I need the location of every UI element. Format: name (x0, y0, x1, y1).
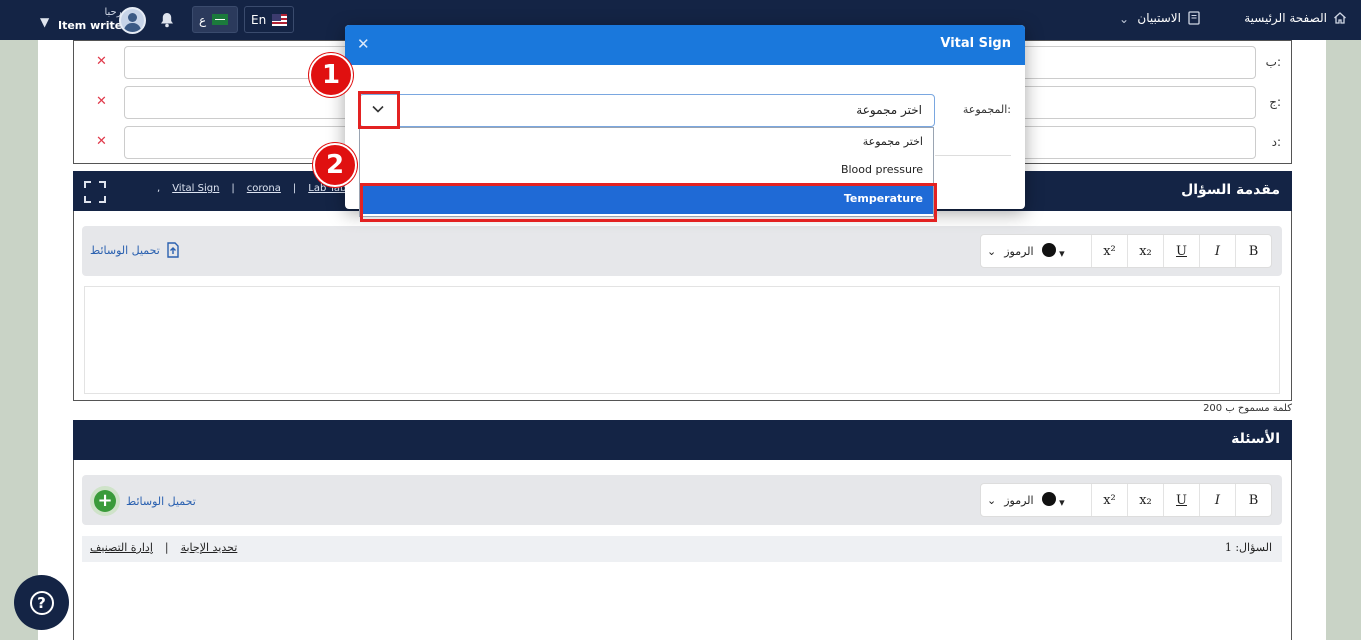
upload-media-button[interactable]: تحميل الوسائط (90, 242, 180, 258)
group-select[interactable]: اختر مجموعة (359, 94, 935, 127)
subscript-button[interactable]: x₂ (1127, 484, 1163, 516)
question-number: السؤال: 1 (1224, 541, 1272, 554)
group-label: المجموعة: (962, 103, 1011, 116)
action-separator: | (164, 541, 169, 554)
color-picker[interactable]: ▾ (1041, 242, 1065, 260)
upload-icon (167, 242, 179, 258)
home-icon (1334, 12, 1346, 24)
upload-media-label: تحميل الوسائط (90, 243, 160, 257)
question-mark-icon: ? (29, 590, 54, 615)
add-icon: + (90, 486, 120, 516)
document-icon (1188, 11, 1200, 25)
option-label: ب: (1265, 55, 1281, 69)
avatar[interactable] (119, 7, 146, 34)
nav-home[interactable]: الصفحة الرئيسية (1244, 11, 1347, 25)
language-english-button[interactable]: En (244, 6, 294, 33)
dropdown-option[interactable]: اختر مجموعة (863, 135, 923, 148)
saudi-flag-icon (212, 14, 229, 25)
tag-separator: | (231, 183, 235, 194)
close-icon[interactable]: ✕ (357, 35, 370, 53)
step-badge-1: 1 (309, 53, 353, 97)
chevron-down-icon: ⌄ (987, 493, 997, 507)
color-picker[interactable]: ▾ (1041, 491, 1065, 509)
upload-media-label: تحميل الوسائط (126, 494, 196, 508)
tag-link[interactable]: Vital Sign (172, 183, 219, 194)
user-menu-caret-icon[interactable]: ▼ (40, 15, 49, 29)
option-label: د: (1271, 135, 1281, 149)
question-line: إدارة التصنيف | تحديد الإجابة السؤال: 1 (82, 536, 1282, 562)
underline-button[interactable]: U (1163, 235, 1199, 267)
subscript-button[interactable]: x₂ (1127, 235, 1163, 267)
help-button[interactable]: ? (14, 575, 69, 630)
questions-section-header: الأسئلة (73, 420, 1292, 460)
intro-toolbar: تحميل الوسائط ⌄ الرموز ▾ x² x₂ U I B (82, 226, 1282, 276)
symbols-label: الرموز (1004, 493, 1034, 507)
dropdown-option[interactable]: Blood pressure (841, 163, 923, 176)
bold-button[interactable]: B (1235, 235, 1271, 267)
tag-separator: , (157, 183, 161, 194)
tag-separator: | (292, 183, 297, 194)
tag-link[interactable]: corona (247, 183, 281, 194)
us-flag-icon (272, 13, 287, 26)
modal-header: ✕ Vital Sign (345, 25, 1025, 65)
lang-en-label: En (251, 12, 267, 27)
lang-ar-label: ع (199, 12, 207, 27)
group-select-value: اختر مجموعة (856, 103, 922, 117)
bell-icon[interactable] (160, 12, 174, 28)
symbols-dropdown[interactable]: ⌄ الرموز ▾ (981, 484, 1091, 516)
delete-option-icon[interactable]: ✕ (96, 94, 107, 109)
nav-surveys[interactable]: الاستبيان (1137, 11, 1201, 25)
format-toolbar: ⌄ الرموز ▾ x² x₂ U I B (980, 483, 1272, 517)
divider (935, 155, 1011, 156)
step-badge-2: 2 (313, 143, 357, 187)
intro-section-title: مقدمة السؤال (1181, 182, 1280, 198)
nav-surveys-label: الاستبيان (1137, 11, 1181, 25)
underline-button[interactable]: U (1163, 484, 1199, 516)
manage-classification-link[interactable]: إدارة التصنيف (90, 541, 153, 554)
bold-button[interactable]: B (1235, 484, 1271, 516)
italic-button[interactable]: I (1199, 235, 1235, 267)
chevron-down-icon[interactable]: ⌄ (1119, 12, 1129, 26)
user-info[interactable]: مرحبا Item writer (58, 6, 128, 32)
symbols-dropdown[interactable]: ⌄ الرموز ▾ (981, 235, 1091, 267)
format-toolbar: ⌄ الرموز ▾ x² x₂ U I B (980, 234, 1272, 268)
option-label: ج: (1269, 95, 1281, 109)
question-actions: إدارة التصنيف | تحديد الإجابة (90, 541, 237, 554)
nav-home-label: الصفحة الرئيسية (1244, 11, 1327, 25)
highlight-box-temperature (360, 183, 937, 222)
superscript-button[interactable]: x² (1091, 484, 1127, 516)
questions-toolbar: + تحميل الوسائط ⌄ الرموز ▾ x² x₂ U I B (82, 475, 1282, 525)
set-answer-link[interactable]: تحديد الإجابة (181, 541, 238, 554)
chevron-down-icon: ⌄ (987, 244, 997, 258)
language-arabic-button[interactable]: ع (192, 6, 238, 33)
word-count: 200 كلمة مسموح ب (1203, 403, 1292, 414)
user-role: Item writer (58, 19, 128, 32)
symbols-label: الرموز (1004, 244, 1034, 258)
intro-editor[interactable] (84, 286, 1280, 394)
delete-option-icon[interactable]: ✕ (96, 54, 107, 69)
italic-button[interactable]: I (1199, 484, 1235, 516)
modal-title: Vital Sign (940, 36, 1011, 51)
superscript-button[interactable]: x² (1091, 235, 1127, 267)
fullscreen-icon[interactable] (84, 181, 106, 203)
upload-media-button[interactable]: + تحميل الوسائط (90, 486, 196, 516)
delete-option-icon[interactable]: ✕ (96, 134, 107, 149)
highlight-box-dropdown-toggle (358, 91, 400, 129)
questions-section-title: الأسئلة (1231, 431, 1280, 447)
